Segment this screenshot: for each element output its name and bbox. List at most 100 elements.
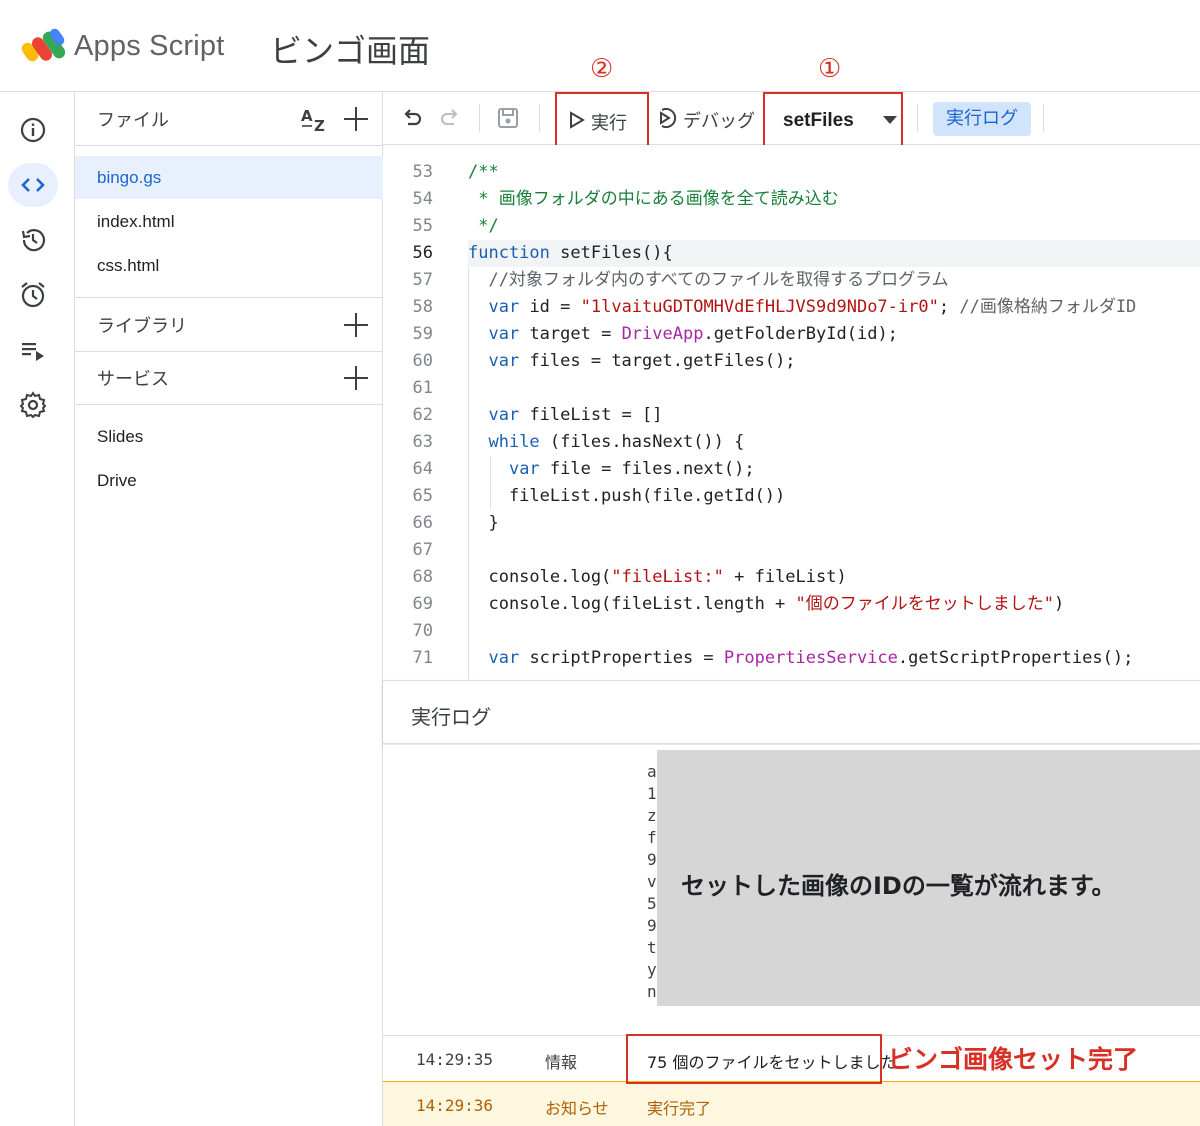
- line-number: 53: [412, 162, 433, 182]
- code-line[interactable]: 53 /**: [383, 159, 1200, 186]
- undo-icon[interactable]: [399, 105, 425, 131]
- log-output-line: t: [647, 938, 657, 957]
- apps-script-logo-icon[interactable]: [20, 26, 68, 66]
- log-message: 実行完了: [647, 1099, 712, 1118]
- app-name[interactable]: Apps Script: [74, 30, 225, 63]
- code-line[interactable]: 69 console.log(fileList.length + "個のファイル…: [383, 591, 1200, 618]
- log-output-line: v: [647, 872, 657, 891]
- line-number: 60: [412, 351, 433, 371]
- run-label: 実行: [591, 113, 627, 134]
- code-line[interactable]: 67: [383, 537, 1200, 564]
- line-number: 64: [412, 459, 433, 479]
- toolbar-separator: [1043, 104, 1044, 132]
- chevron-down-icon: [883, 116, 897, 124]
- selected-function: setFiles: [783, 110, 854, 131]
- code-line[interactable]: 66 }: [383, 510, 1200, 537]
- editor-button[interactable]: [8, 163, 58, 207]
- code-line[interactable]: 65 fileList.push(file.getId()): [383, 483, 1200, 510]
- code-line[interactable]: 70: [383, 618, 1200, 645]
- code-text: /**: [468, 162, 499, 182]
- annotation-marker-function: ①: [818, 54, 842, 84]
- triggers-button[interactable]: [8, 273, 58, 317]
- code-line[interactable]: 62 var fileList = []: [383, 402, 1200, 429]
- function-select[interactable]: setFiles: [763, 92, 903, 147]
- code-text: var scriptProperties = PropertiesService…: [488, 648, 1134, 668]
- add-service-plus-icon[interactable]: [343, 365, 369, 391]
- toolbar-separator: [539, 104, 540, 132]
- code-line[interactable]: 64 var file = files.next();: [383, 456, 1200, 483]
- annotation-marker-run: ②: [590, 54, 614, 84]
- code-line[interactable]: 55 */: [383, 213, 1200, 240]
- play-icon: [570, 111, 585, 129]
- code-line[interactable]: 54 * 画像フォルダの中にある画像を全て読み込む: [383, 186, 1200, 213]
- line-number: 66: [412, 513, 433, 533]
- service-item-drive[interactable]: Drive: [75, 459, 383, 502]
- code-text: * 画像フォルダの中にある画像を全て読み込む: [468, 189, 839, 209]
- log-output-line: 9: [647, 916, 657, 935]
- line-number: 68: [412, 567, 433, 587]
- log-output-line: n: [647, 982, 657, 1001]
- line-number: 70: [412, 621, 433, 641]
- debug-icon[interactable]: [653, 105, 679, 131]
- code-line[interactable]: 68 console.log("fileList:" + fileList): [383, 564, 1200, 591]
- code-line[interactable]: 60 var files = target.getFiles();: [383, 348, 1200, 375]
- project-title[interactable]: ビンゴ画面: [270, 26, 430, 72]
- executions-button[interactable]: [8, 328, 58, 372]
- service-item-slides[interactable]: Slides: [75, 415, 383, 458]
- code-text: fileList.push(file.getId()): [468, 486, 786, 506]
- code-line[interactable]: 61: [383, 375, 1200, 402]
- annotation-complete-note: ビンゴ画像セット完了: [888, 1045, 1139, 1074]
- debug-label[interactable]: デバッグ: [683, 107, 755, 133]
- code-text: var fileList = []: [488, 405, 663, 425]
- code-line[interactable]: 71 var scriptProperties = PropertiesServ…: [383, 645, 1200, 672]
- files-label: ファイル: [97, 109, 169, 131]
- file-item-css-html[interactable]: css.html: [75, 244, 383, 287]
- execution-log-button[interactable]: 実行ログ: [933, 102, 1031, 136]
- line-number: 57: [412, 270, 433, 290]
- services-label: サービス: [97, 368, 169, 390]
- log-time: 14:29:35: [416, 1050, 494, 1069]
- sort-az-icon[interactable]: A Z: [299, 104, 329, 134]
- log-output-line: 9: [647, 850, 657, 869]
- code-text: var id = "1lvaituGDTOMHVdEfHLJVS9d9NDo7-…: [488, 297, 1137, 317]
- overview-button[interactable]: [8, 108, 58, 152]
- log-level: お知らせ: [545, 1099, 609, 1118]
- project-history-button[interactable]: [8, 218, 58, 262]
- log-time: 14:29:36: [416, 1096, 494, 1115]
- redo-icon[interactable]: [437, 105, 463, 131]
- code-editor[interactable]: 53 /** 54 * 画像フォルダの中にある画像を全て読み込む 55 */ 56 fun…: [383, 145, 1200, 680]
- add-file-plus-icon[interactable]: [343, 106, 369, 132]
- code-text: function setFiles(){: [468, 243, 673, 263]
- line-number: 56: [412, 243, 433, 263]
- code-text: }: [468, 513, 499, 533]
- divider: [75, 145, 383, 146]
- svg-text:A: A: [301, 107, 313, 125]
- save-icon[interactable]: [495, 105, 521, 131]
- code-line[interactable]: 58 var id = "1lvaituGDTOMHVdEfHLJVS9d9ND…: [383, 294, 1200, 321]
- code-text: */: [468, 216, 499, 236]
- log-output-line: 5: [647, 894, 657, 913]
- toolbar-separator: [479, 104, 480, 132]
- code-text: var file = files.next();: [508, 459, 755, 479]
- code-line[interactable]: 56 function setFiles(){: [383, 240, 1200, 267]
- code-text: console.log("fileList:" + fileList): [468, 567, 847, 587]
- line-number: 67: [412, 540, 433, 560]
- code-text: var target = DriveApp.getFolderById(id);: [488, 324, 898, 344]
- code-line[interactable]: 63 while (files.hasNext()) {: [383, 429, 1200, 456]
- line-number: 71: [412, 648, 433, 668]
- line-number: 63: [412, 432, 433, 452]
- log-level: 情報: [545, 1053, 578, 1072]
- file-item-bingo-gs[interactable]: bingo.gs: [75, 156, 383, 199]
- execution-log-title: 実行ログ: [411, 705, 491, 729]
- code-text: console.log(fileList.length + "個のファイルをセッ…: [468, 594, 1065, 614]
- code-line[interactable]: 59 var target = DriveApp.getFolderById(i…: [383, 321, 1200, 348]
- log-output-line: y: [647, 960, 657, 979]
- add-library-plus-icon[interactable]: [343, 312, 369, 338]
- file-item-index-html[interactable]: index.html: [75, 200, 383, 243]
- project-settings-button[interactable]: [8, 383, 58, 427]
- run-button[interactable]: 実行: [555, 92, 649, 147]
- line-number: 62: [412, 405, 433, 425]
- code-line[interactable]: 57 //対象フォルダ内のすべてのファイルを取得するプログラム: [383, 267, 1200, 294]
- settings-icon: [19, 391, 47, 419]
- log-output-line: f: [647, 828, 657, 847]
